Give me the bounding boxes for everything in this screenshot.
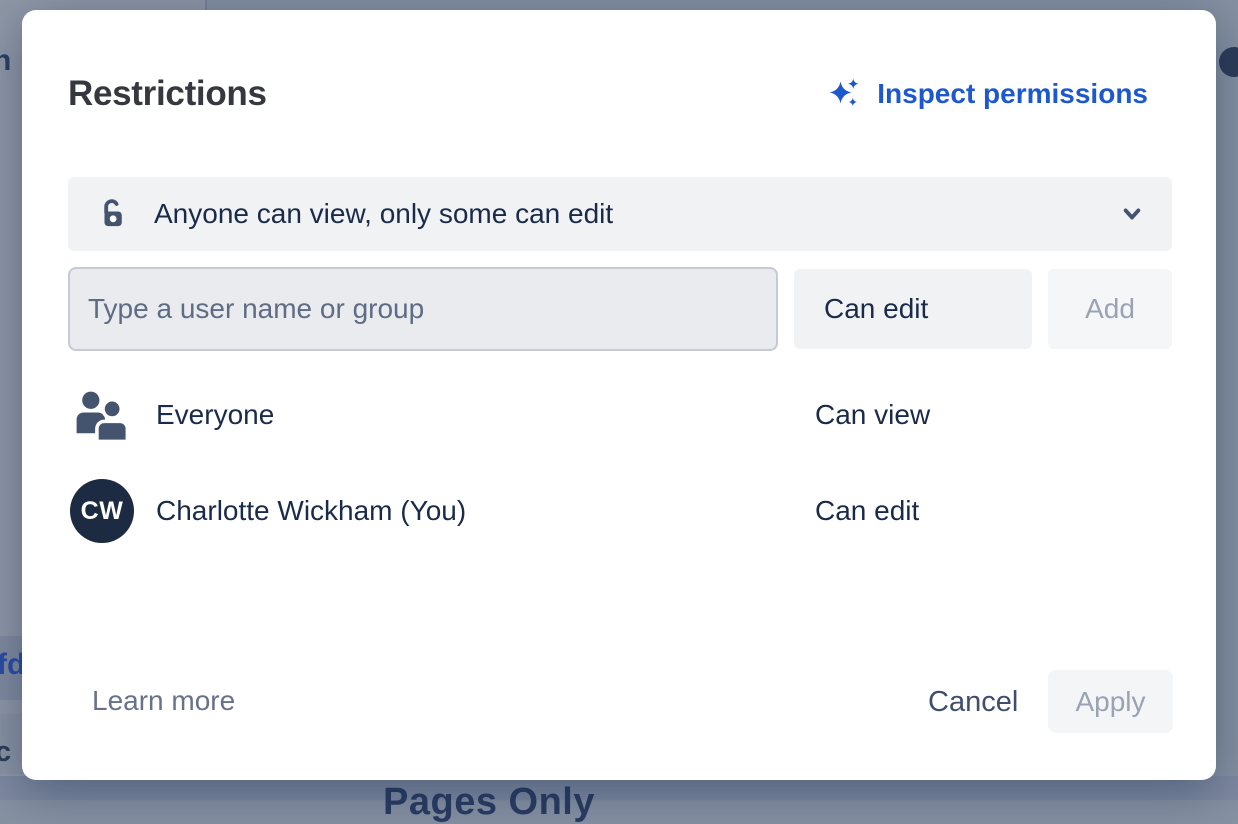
background-clipped-heading: Pages Only	[383, 781, 595, 824]
dialog-title: Restrictions	[68, 76, 267, 111]
entry-name: Charlotte Wickham (You)	[156, 495, 466, 527]
cancel-button[interactable]: Cancel	[902, 672, 1044, 732]
avatar: CW	[70, 479, 134, 543]
visibility-dropdown-value: Anyone can view, only some can edit	[154, 198, 613, 230]
inspect-permissions-label: Inspect permissions	[877, 80, 1148, 108]
apply-button[interactable]: Apply	[1048, 670, 1173, 733]
user-search-input[interactable]	[68, 267, 778, 351]
background-clipped-text: n	[0, 44, 11, 78]
background-avatar-peek	[1219, 47, 1238, 77]
learn-more-link[interactable]: Learn more	[92, 687, 235, 715]
chevron-down-icon	[1118, 200, 1146, 228]
entry-name: Everyone	[156, 399, 274, 431]
entry-permission-dropdown[interactable]: Can view	[815, 399, 930, 431]
unlock-icon	[94, 197, 128, 231]
entry-permission-dropdown[interactable]: Can edit	[815, 495, 919, 527]
background-clipped-text: c	[0, 736, 11, 769]
restriction-entry-everyone: Everyone Can view	[22, 380, 1216, 450]
people-icon	[70, 386, 136, 444]
restrictions-dialog: Restrictions Inspect permissions Anyone …	[22, 10, 1216, 780]
permission-select-button[interactable]: Can edit	[794, 269, 1032, 349]
visibility-dropdown[interactable]: Anyone can view, only some can edit	[68, 177, 1172, 251]
inspect-permissions-link[interactable]: Inspect permissions	[827, 76, 1148, 112]
restriction-entry-user: CW Charlotte Wickham (You) Can edit	[22, 476, 1216, 546]
sparkles-icon	[827, 76, 863, 112]
add-button[interactable]: Add	[1048, 269, 1172, 349]
